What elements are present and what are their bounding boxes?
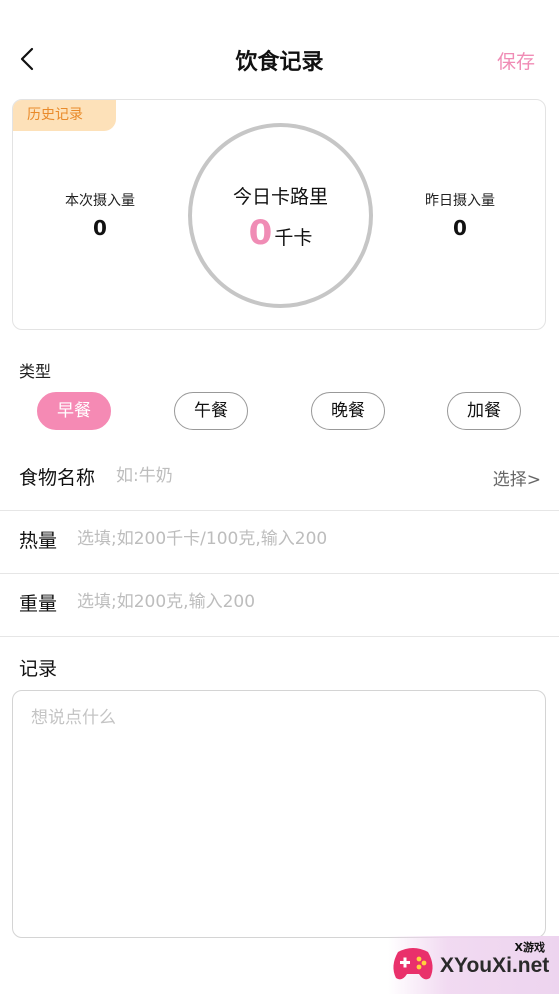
food-name-row: 食物名称 选择> — [0, 448, 559, 511]
watermark-top-text: X游戏 — [514, 941, 545, 954]
today-calorie-label: 今日卡路里 — [232, 186, 328, 208]
watermark-main-text: XYouXi.net — [440, 954, 550, 977]
page-title: 饮食记录 — [235, 50, 324, 75]
food-name-input[interactable] — [116, 458, 476, 494]
history-record-button[interactable]: 历史记录 — [13, 100, 116, 131]
weight-input[interactable] — [77, 584, 537, 620]
choose-food-button[interactable]: 选择> — [493, 465, 541, 490]
yesterday-intake-stat: 昨日摄入量 0 — [390, 190, 530, 240]
current-intake-label: 本次摄入量 — [65, 193, 135, 209]
save-button[interactable]: 保存 — [497, 47, 535, 74]
calorie-summary-card: 历史记录 本次摄入量 0 今日卡路里 0 千卡 昨日摄入量 0 — [12, 99, 546, 330]
meal-chip-lunch[interactable]: 午餐 — [174, 392, 248, 430]
app-header: 饮食记录 保存 — [0, 0, 559, 100]
meal-type-label: 类型 — [19, 362, 52, 381]
current-intake-value: 0 — [93, 216, 107, 240]
calories-label: 热量 — [19, 530, 58, 552]
weight-row: 重量 — [0, 574, 559, 637]
food-name-label: 食物名称 — [19, 467, 96, 489]
site-watermark: X游戏 XYouXi.net — [388, 936, 559, 994]
record-label: 记录 — [19, 658, 58, 680]
meal-chip-breakfast[interactable]: 早餐 — [37, 392, 111, 430]
yesterday-intake-value: 0 — [453, 216, 467, 240]
today-calorie-ring: 今日卡路里 0 千卡 — [188, 123, 373, 308]
current-intake-stat: 本次摄入量 0 — [30, 190, 170, 240]
today-calorie-unit: 千卡 — [274, 227, 313, 249]
calories-input[interactable] — [77, 521, 537, 557]
meal-chip-dinner[interactable]: 晚餐 — [311, 392, 385, 430]
record-textarea[interactable] — [12, 690, 546, 938]
calories-row: 热量 — [0, 511, 559, 574]
today-calorie-value-row: 0 千卡 — [192, 213, 369, 253]
gamepad-logo-icon — [390, 942, 436, 986]
today-calorie-value: 0 — [248, 213, 273, 253]
yesterday-intake-label: 昨日摄入量 — [425, 193, 495, 209]
weight-label: 重量 — [19, 593, 58, 615]
meal-chip-snack[interactable]: 加餐 — [447, 392, 521, 430]
